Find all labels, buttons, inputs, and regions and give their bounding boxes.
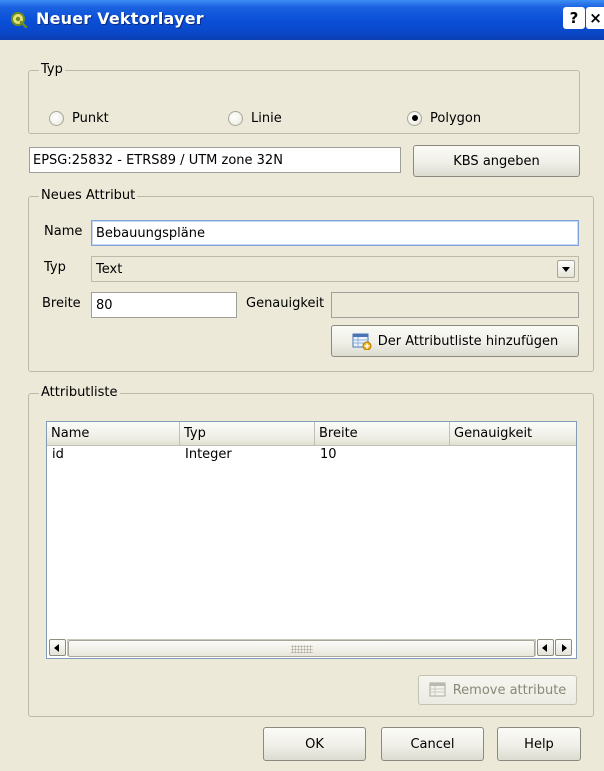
horizontal-scrollbar[interactable] — [49, 639, 574, 657]
radio-punkt-label: Punkt — [72, 110, 109, 126]
new-attribute-group-title: Neues Attribut — [39, 188, 138, 204]
attribute-type-select[interactable]: Text — [91, 256, 579, 282]
attribute-name-value: Bebauungspläne — [96, 225, 205, 241]
remove-attribute-table-icon — [429, 682, 446, 697]
chevron-down-icon[interactable] — [557, 260, 575, 278]
set-crs-button-label: KBS angeben — [453, 153, 540, 169]
radio-punkt-indicator[interactable] — [49, 110, 64, 126]
radio-linie[interactable]: Linie — [228, 109, 282, 127]
remove-attribute-button[interactable]: Remove attribute — [418, 675, 577, 705]
help-button-label: Help — [524, 736, 554, 752]
add-to-attribute-list-label: Der Attributliste hinzufügen — [377, 333, 559, 349]
radio-polygon-indicator[interactable] — [407, 110, 422, 126]
width-label: Breite — [42, 296, 81, 311]
crs-value: EPSG:25832 - ETRS89 / UTM zone 32N — [33, 152, 283, 168]
precision-label: Genauigkeit — [246, 296, 325, 311]
crs-field[interactable]: EPSG:25832 - ETRS89 / UTM zone 32N — [29, 147, 401, 173]
scroll-grip-icon — [290, 645, 313, 653]
attribute-precision-input[interactable] — [331, 292, 579, 318]
type-label: Typ — [44, 260, 66, 275]
cancel-button-label: Cancel — [410, 736, 455, 752]
title-bar: Neuer Vektorlayer ? × — [0, 0, 604, 40]
column-header-type[interactable]: Typ — [180, 422, 315, 446]
attribute-list-group: Attributliste Name Typ Breite Genauigkei… — [28, 385, 594, 717]
qgis-logo-icon — [11, 12, 28, 28]
radio-linie-indicator[interactable] — [228, 110, 243, 126]
type-group: Typ Punkt Linie Polygon — [28, 62, 580, 134]
attribute-list-group-title: Attributliste — [39, 385, 120, 401]
ok-button-label: OK — [305, 736, 324, 752]
new-attribute-group: Neues Attribut Name Bebauungspläne Typ T… — [28, 188, 594, 372]
table-cell-name: id — [52, 447, 64, 462]
type-group-title: Typ — [39, 62, 65, 78]
ok-button[interactable]: OK — [263, 727, 366, 761]
table-header: Name Typ Breite Genauigkeit — [47, 422, 576, 446]
attribute-table[interactable]: Name Typ Breite Genauigkeit id Integer 1… — [46, 421, 577, 659]
radio-punkt[interactable]: Punkt — [49, 109, 109, 127]
close-button[interactable]: × — [586, 7, 604, 29]
attribute-name-input[interactable]: Bebauungspläne — [91, 220, 579, 246]
set-crs-button[interactable]: KBS angeben — [413, 145, 580, 177]
column-header-name[interactable]: Name — [47, 422, 180, 446]
window-title: Neuer Vektorlayer — [36, 9, 204, 28]
help-title-button[interactable]: ? — [563, 7, 585, 29]
table-cell-type: Integer — [185, 447, 232, 462]
scroll-thumb[interactable] — [68, 640, 535, 657]
add-to-attribute-list-button[interactable]: Der Attributliste hinzufügen — [331, 325, 579, 357]
scroll-left-button[interactable] — [49, 639, 66, 656]
attribute-width-value: 80 — [96, 297, 113, 313]
help-button[interactable]: Help — [497, 727, 581, 761]
radio-linie-label: Linie — [251, 110, 282, 126]
scroll-right-button[interactable] — [555, 639, 572, 656]
add-attribute-table-icon — [352, 333, 372, 350]
scroll-left-button-2[interactable] — [537, 639, 554, 656]
attribute-width-input[interactable]: 80 — [91, 292, 237, 318]
attribute-type-value: Text — [96, 261, 123, 277]
table-row[interactable]: id Integer 10 — [47, 447, 576, 465]
remove-attribute-label: Remove attribute — [452, 682, 567, 698]
radio-polygon-label: Polygon — [430, 110, 482, 126]
radio-polygon[interactable]: Polygon — [407, 109, 481, 127]
column-header-precision[interactable]: Genauigkeit — [450, 422, 576, 446]
name-label: Name — [44, 224, 83, 239]
column-header-width[interactable]: Breite — [315, 422, 450, 446]
cancel-button[interactable]: Cancel — [381, 727, 484, 761]
table-cell-width: 10 — [320, 447, 337, 462]
scroll-track[interactable] — [67, 639, 536, 657]
